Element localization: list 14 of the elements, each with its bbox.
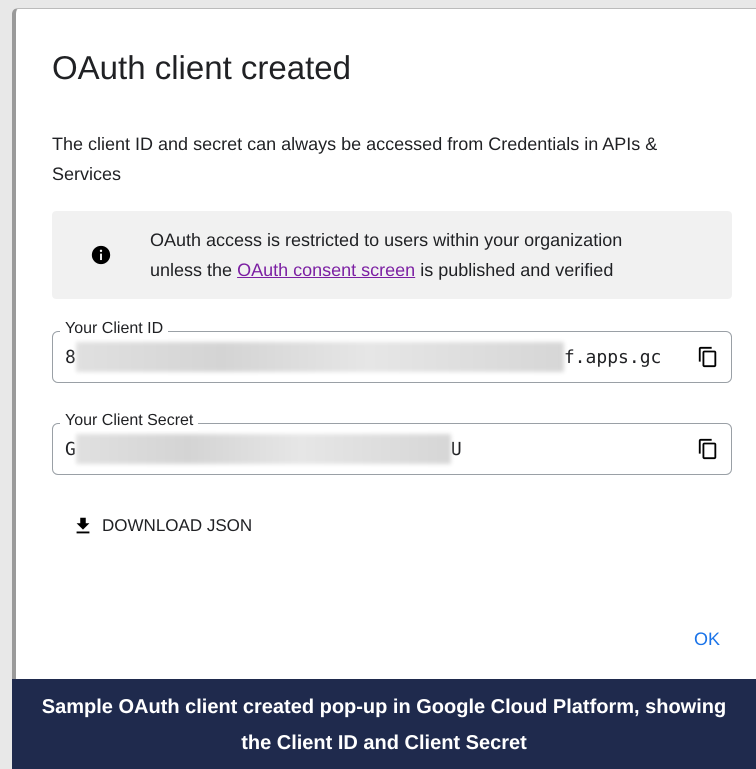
description-text: The client ID and secret can always be accessed from Credentials in APIs & Services xyxy=(52,133,658,186)
dialog-title: OAuth client created xyxy=(52,49,352,87)
value-start: 8 xyxy=(65,346,76,368)
consent-screen-link[interactable]: OAuth consent screen xyxy=(237,260,416,280)
value-end: f.apps.gc xyxy=(564,346,662,368)
caption-text: Sample OAuth client created pop-up in Google Cloud Platform, showing the Client ID and Client Secret xyxy=(12,679,756,769)
info-icon xyxy=(90,244,112,266)
copy-icon[interactable] xyxy=(697,438,719,460)
notice-text: OAuth access is restricted to users within your organization unless the OAuth consent screen is published and verified xyxy=(150,229,624,282)
ok-button[interactable]: OK xyxy=(686,625,728,654)
value-start: G xyxy=(65,438,76,460)
copy-icon[interactable] xyxy=(697,346,719,368)
value-end: U xyxy=(450,438,462,460)
download-json-button[interactable]: DOWNLOAD JSON xyxy=(68,511,256,541)
